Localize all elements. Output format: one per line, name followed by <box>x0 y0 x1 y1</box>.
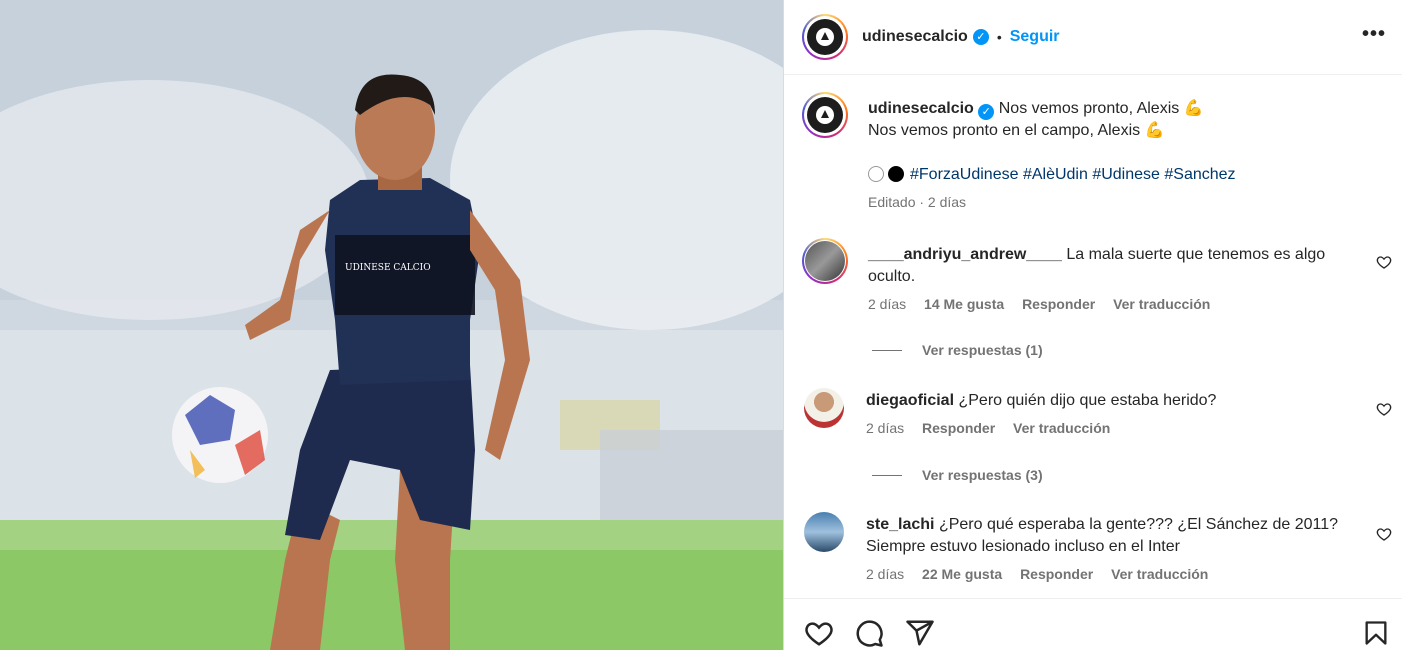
black-circle-icon <box>888 166 904 182</box>
verified-badge-icon: ✓ <box>978 104 995 120</box>
follow-button[interactable]: Seguir <box>1010 28 1060 46</box>
comment-likes[interactable]: 22 Me gusta <box>922 566 1002 582</box>
heart-icon[interactable] <box>1376 401 1392 417</box>
comment-likes[interactable]: 14 Me gusta <box>924 296 1004 312</box>
author-avatar[interactable] <box>802 14 848 60</box>
translate-button[interactable]: Ver traducción <box>1013 420 1110 436</box>
comment-text: ¿Pero quién dijo que estaba herido? <box>958 392 1217 409</box>
comment-time: 2 días <box>866 566 905 582</box>
comment-time: 2 días <box>866 420 905 436</box>
reply-button[interactable]: Responder <box>1020 566 1093 582</box>
heart-icon[interactable] <box>804 618 834 648</box>
comment-text-line-2: oculto. <box>868 268 916 285</box>
comment-username[interactable]: ____andriyu_andrew____ <box>868 246 1062 263</box>
replies-line <box>872 349 902 351</box>
comment: ste_lachi ¿Pero qué esperaba la gente???… <box>802 512 1338 582</box>
comment-text: ¿Pero qué esperaba la gente??? ¿El Sánch… <box>938 516 1339 533</box>
caption-avatar[interactable] <box>802 92 848 138</box>
post-header: udinesecalcio ✓ • Seguir ••• <box>784 0 1402 75</box>
reply-button[interactable]: Responder <box>1022 296 1095 312</box>
heart-icon[interactable] <box>1376 254 1392 270</box>
post-image[interactable]: UDINESE CALCIO <box>0 0 783 650</box>
commenter-avatar[interactable] <box>802 238 848 284</box>
edited-meta: Editado · 2 días <box>868 194 967 210</box>
comment: diegaoficial ¿Pero quién dijo que estaba… <box>802 388 1216 436</box>
comments-scroll[interactable]: udinesecalcio ✓ Nos vemos pronto, Alexis… <box>784 76 1402 598</box>
view-replies[interactable]: Ver respuestas (3) <box>872 467 1043 483</box>
player-photo: UDINESE CALCIO <box>0 0 783 650</box>
view-replies[interactable]: Ver respuestas (1) <box>872 342 1043 358</box>
share-icon[interactable] <box>905 618 935 648</box>
avatar-image <box>805 241 845 281</box>
comment-time: 2 días <box>868 296 907 312</box>
more-options-icon[interactable]: ••• <box>1362 24 1386 44</box>
hashtags[interactable]: #ForzaUdinese #AlèUdin #Udinese #Sanchez <box>910 166 1236 183</box>
post-side-panel: udinesecalcio ✓ • Seguir ••• udinesecalc… <box>784 0 1402 650</box>
caption-line-1: Nos vemos pronto, Alexis 💪 <box>998 100 1204 117</box>
replies-line <box>872 474 902 476</box>
comment-icon[interactable] <box>854 618 884 648</box>
comment-username[interactable]: diegaoficial <box>866 392 954 409</box>
jersey-text: UDINESE CALCIO <box>345 263 431 273</box>
white-circle-icon <box>868 166 884 182</box>
reply-button[interactable]: Responder <box>922 420 995 436</box>
comment-text: La mala suerte que tenemos es algo <box>1066 246 1326 263</box>
verified-badge-icon: ✓ <box>972 29 989 45</box>
udinese-logo-icon <box>807 19 843 55</box>
author-username[interactable]: udinesecalcio <box>862 28 968 46</box>
action-bar <box>784 598 1402 650</box>
comment: ____andriyu_andrew____ La mala suerte qu… <box>802 238 1368 312</box>
comment-text-line-2: Siempre estuvo lesionado incluso en el I… <box>866 538 1180 555</box>
caption-line-2: Nos vemos pronto en el campo, Alexis 💪 <box>868 122 1165 139</box>
bookmark-icon[interactable] <box>1362 618 1390 648</box>
comment-username[interactable]: ste_lachi <box>866 516 934 533</box>
commenter-avatar[interactable] <box>804 512 844 552</box>
view-replies-label[interactable]: Ver respuestas (1) <box>922 342 1043 358</box>
translate-button[interactable]: Ver traducción <box>1113 296 1210 312</box>
commenter-avatar[interactable] <box>804 388 844 428</box>
heart-icon[interactable] <box>1376 526 1392 542</box>
translate-button[interactable]: Ver traducción <box>1111 566 1208 582</box>
separator-dot: • <box>996 29 1002 45</box>
view-replies-label[interactable]: Ver respuestas (3) <box>922 467 1043 483</box>
caption: udinesecalcio ✓ Nos vemos pronto, Alexis… <box>802 92 1236 210</box>
caption-username[interactable]: udinesecalcio <box>868 100 974 117</box>
udinese-logo-icon <box>807 97 843 133</box>
